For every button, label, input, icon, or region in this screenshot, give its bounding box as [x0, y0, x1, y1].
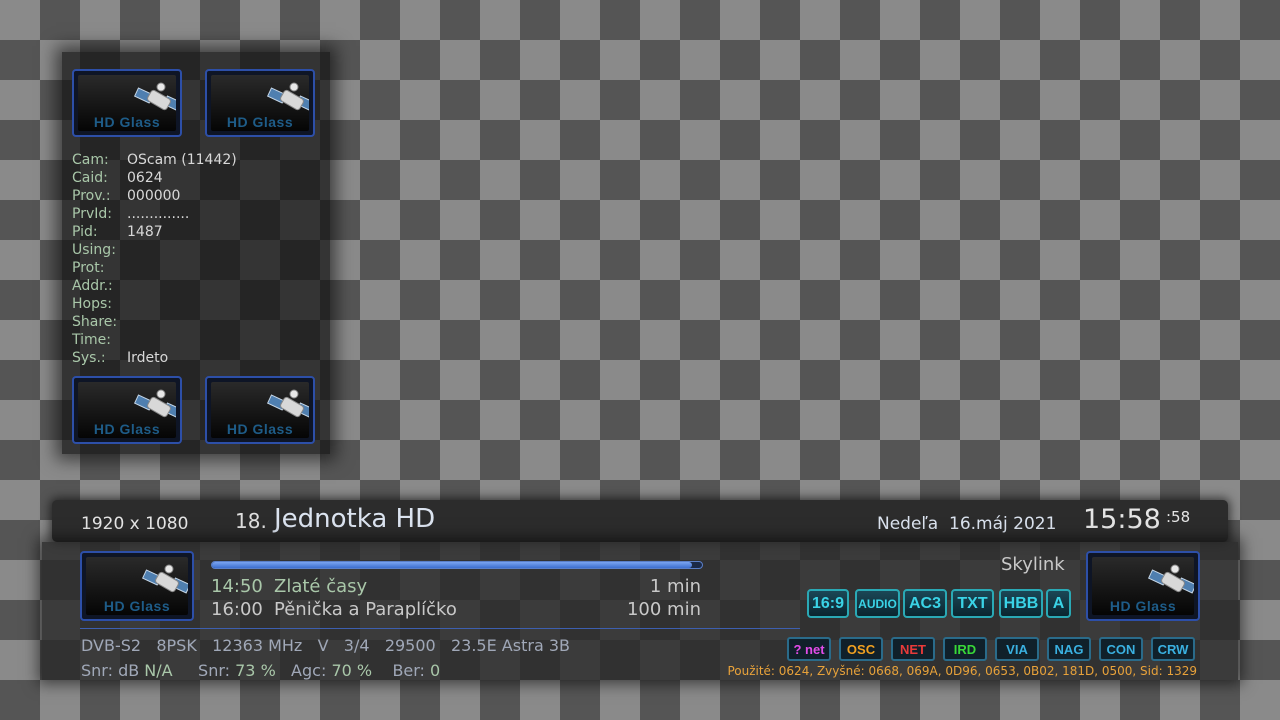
ecm-value: 0624 — [127, 170, 163, 186]
ecm-label: Addr.: — [72, 278, 113, 294]
channel-number: 18. — [235, 509, 267, 533]
current-date: Nedeľa 16.máj 2021 — [877, 514, 1057, 534]
logo-text: HD Glass — [1109, 598, 1177, 614]
stream-badge-audio: AUDIO — [855, 589, 900, 618]
ecm-label: Cam: — [72, 152, 109, 168]
current-seconds: :58 — [1166, 508, 1191, 526]
divider — [80, 628, 800, 629]
logo-text: HD Glass — [226, 421, 294, 437]
provider-name: Skylink — [1001, 554, 1065, 575]
ecm-value: Irdeto — [127, 350, 169, 366]
ecm-label: Share: — [72, 314, 118, 330]
ecm-label: Caid: — [72, 170, 108, 186]
tuner-satellite: 23.5E Astra 3B — [450, 636, 570, 655]
caid-list: Použité: 0624, Zvyšné: 0668, 069A, 0D96,… — [727, 664, 1197, 678]
stream-badge-txt: TXT — [951, 589, 994, 618]
cam-indicator: CON — [1099, 637, 1143, 661]
ecm-label: Prot: — [72, 260, 105, 276]
logo-text: HD Glass — [93, 421, 161, 437]
cam-indicator: VIA — [995, 637, 1039, 661]
cam-indicator: ? net — [787, 637, 831, 661]
tuner-polarization: V — [317, 636, 329, 655]
signal-info: Snr: dB N/A Snr: 73 % Agc: 70 % Ber: 0 — [81, 661, 440, 680]
logo-text: HD Glass — [103, 598, 171, 614]
event-progress-bar — [211, 561, 703, 569]
ber-label: Ber: — [392, 661, 425, 680]
stream-badge-ac3: AC3 — [903, 589, 947, 618]
agc-label: Agc: — [291, 661, 327, 680]
channel-logo: HD Glass — [72, 69, 182, 137]
ecm-label: Pid: — [72, 224, 98, 240]
now-remaining: 1 min — [649, 576, 701, 597]
now-title: Zlaté časy — [274, 576, 368, 597]
ber-value: 0 — [430, 661, 441, 680]
video-resolution: 1920 x 1080 — [81, 514, 189, 534]
current-time: 15:58 — [1083, 504, 1161, 535]
ecm-label: Prov.: — [72, 188, 111, 204]
channel-logo: HD Glass — [72, 376, 182, 444]
channel-name: Jednotka HD — [274, 504, 436, 534]
cam-indicator: CRW — [1151, 637, 1195, 661]
channel-logo: HD Glass — [80, 551, 194, 621]
ecm-label: Sys.: — [72, 350, 106, 366]
tuner-symbol-rate: 29500 — [384, 636, 436, 655]
ecm-label: Using: — [72, 242, 116, 258]
snr-label: Snr: — [198, 661, 231, 680]
tuner-info: DVB-S2 8PSK 12363 MHz V 3/4 29500 23.5E … — [81, 636, 570, 655]
channel-logo: HD Glass — [205, 376, 315, 444]
logo-text: HD Glass — [93, 114, 161, 130]
stream-badge-a: A — [1046, 589, 1071, 618]
next-time: 16:00 — [211, 599, 263, 620]
now-time: 14:50 — [211, 576, 263, 597]
ecm-value: 000000 — [127, 188, 181, 204]
tuner-system: DVB-S2 — [81, 636, 142, 655]
ecm-value: OScam (11442) — [127, 152, 237, 168]
ecm-label: PrvId: — [72, 206, 112, 222]
provider-logo: HD Glass — [1086, 551, 1200, 621]
stream-badge-169: 16:9 — [807, 589, 849, 618]
cam-indicator: NET — [891, 637, 935, 661]
snr-db-label: Snr: dB — [81, 661, 140, 680]
agc-value: 70 % — [331, 661, 373, 680]
ecm-label: Hops: — [72, 296, 112, 312]
cam-indicator: OSC — [839, 637, 883, 661]
cam-indicator: IRD — [943, 637, 987, 661]
cam-indicator: NAG — [1047, 637, 1091, 661]
ecm-info-panel: HD Glass HD Glass Cam: OScam (11442) Caid:… — [62, 52, 330, 454]
channel-logo: HD Glass — [205, 69, 315, 137]
ecm-label: Time: — [72, 332, 111, 348]
ecm-value: .............. — [127, 206, 190, 222]
logo-text: HD Glass — [226, 114, 294, 130]
tuner-fec: 3/4 — [343, 636, 370, 655]
event-progress-fill — [212, 562, 693, 568]
snr-db-value: N/A — [144, 661, 173, 680]
tuner-modulation: 8PSK — [156, 636, 197, 655]
next-duration: 100 min — [626, 599, 701, 620]
snr-value: 73 % — [235, 661, 276, 680]
tuner-frequency: 12363 MHz — [212, 636, 303, 655]
next-title: Pěnička a Paraplíčko — [274, 599, 457, 620]
ecm-value: 1487 — [127, 224, 163, 240]
stream-badge-hbb: HBB — [999, 589, 1043, 618]
